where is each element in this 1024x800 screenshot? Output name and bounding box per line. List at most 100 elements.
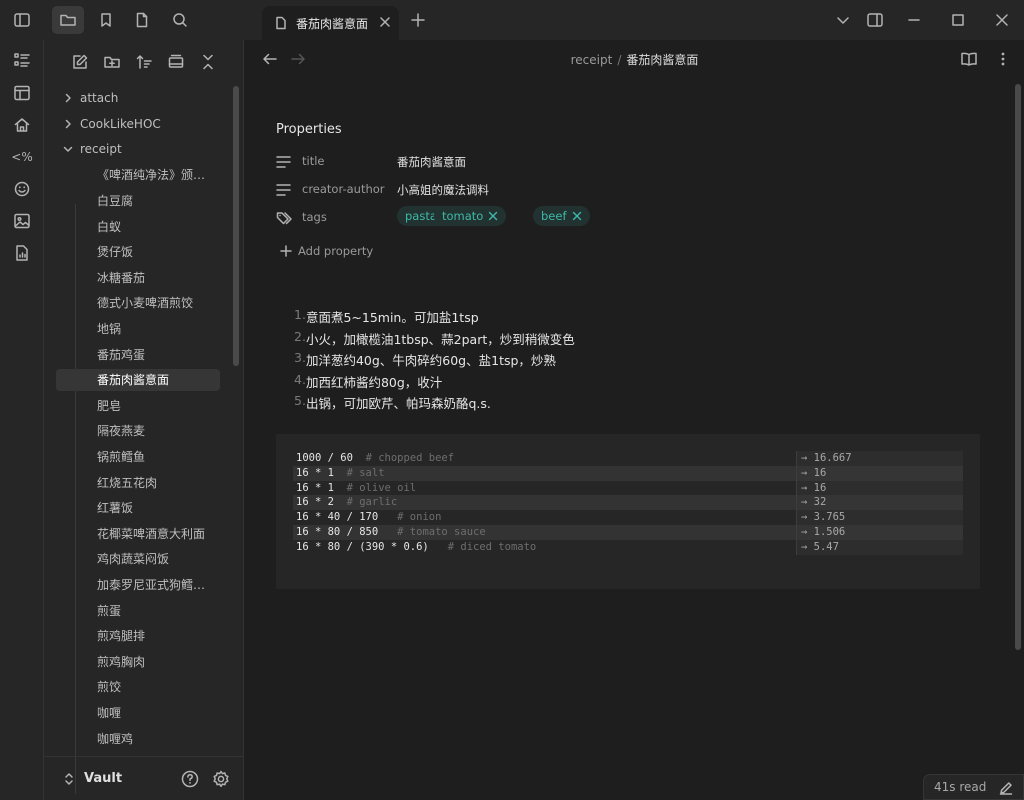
file-item[interactable]: 鸡肉蔬菜闷饭 <box>56 548 220 570</box>
settings-button[interactable] <box>211 769 231 789</box>
file-item-active[interactable]: 番茄肉酱意面 <box>56 368 220 391</box>
folder-attach[interactable]: attach <box>56 87 220 109</box>
file-item[interactable]: 红薯饭 <box>56 497 220 519</box>
ribbon-templater-button[interactable]: <% <box>10 145 34 169</box>
file-item[interactable]: 白蚁 <box>56 215 220 237</box>
maximize-icon <box>952 14 964 26</box>
file-item[interactable]: 番茄鸡蛋 <box>56 343 220 365</box>
chevron-updown-icon <box>65 773 73 785</box>
collapse-all-button[interactable] <box>196 50 220 74</box>
file-item[interactable]: 德式小麦啤酒煎饺 <box>56 292 220 314</box>
file-item[interactable]: 白豆腐 <box>56 189 220 211</box>
folder-cooklikehoc[interactable]: CookLikeHOC <box>56 113 220 135</box>
add-property-button[interactable]: Add property <box>280 244 373 258</box>
ribbon-outline-button[interactable] <box>10 48 34 72</box>
property-tags[interactable]: tags pasta tomato beef <box>276 206 776 230</box>
reveal-icon <box>168 54 184 68</box>
more-vertical-icon <box>1001 52 1005 66</box>
file-item[interactable]: 冰糖番茄 <box>56 266 220 288</box>
file-item[interactable]: 《啤酒纯净法》颁… <box>56 164 220 186</box>
folder-receipt[interactable]: receipt <box>56 138 220 160</box>
file-item[interactable]: 咖喱鸡 <box>56 727 220 749</box>
help-icon <box>181 770 199 788</box>
calc-result: → 16.667 <box>796 451 963 466</box>
ribbon-canvas-button[interactable] <box>10 81 34 105</box>
properties-heading: Properties <box>276 122 342 137</box>
file-item[interactable]: 煲仔饭 <box>56 241 220 263</box>
ribbon-image-button[interactable] <box>10 209 34 233</box>
editor-scrollbar[interactable] <box>1015 84 1021 650</box>
file-item[interactable]: 煎鸡胸肉 <box>56 650 220 672</box>
list-item: 5. 出锅，可加欧芹、帕玛森奶酪q.s. <box>294 393 575 415</box>
list-text: 小火，加橄榄油1tbsp、蒜2part，炒到稍微变色 <box>305 331 575 347</box>
tag-label: beef <box>541 209 567 223</box>
file-item[interactable]: 地锅 <box>56 317 220 339</box>
search-button[interactable] <box>164 6 196 34</box>
tag-pill[interactable]: tomato <box>434 206 507 226</box>
pencil-icon <box>999 782 1013 795</box>
help-button[interactable] <box>180 769 200 789</box>
file-item[interactable]: 花椰菜啤酒意大利面 <box>56 522 220 544</box>
file-item[interactable]: 红烧五花肉 <box>56 471 220 493</box>
minimize-button[interactable] <box>892 0 936 40</box>
breadcrumb-folder[interactable]: receipt <box>571 53 613 67</box>
calc-result: → 32 <box>796 495 963 511</box>
more-options-button[interactable] <box>1000 51 1006 67</box>
property-value[interactable]: 番茄肉酱意面 <box>397 154 466 170</box>
file-item[interactable]: 锅煎鳕鱼 <box>56 445 220 467</box>
ribbon-home-button[interactable] <box>10 113 34 137</box>
tab-list-button[interactable] <box>827 6 859 34</box>
smiley-icon <box>14 181 30 197</box>
bookmarks-button[interactable] <box>90 6 122 34</box>
sort-button[interactable] <box>132 50 156 74</box>
new-note-button[interactable] <box>68 50 92 74</box>
maximize-button[interactable] <box>936 0 980 40</box>
breadcrumb-note-title[interactable]: 番茄肉酱意面 <box>626 53 698 67</box>
file-item[interactable]: 煎蛋 <box>56 599 220 621</box>
tab-close-button[interactable] <box>379 16 391 28</box>
ribbon-stats-button[interactable] <box>10 241 34 265</box>
toggle-right-sidebar-button[interactable] <box>859 6 891 34</box>
file-item[interactable]: 隔夜燕麦 <box>56 420 220 442</box>
calc-line: 16 * 1 # salt → 16 <box>293 465 963 481</box>
home-icon <box>14 118 30 132</box>
right-sidebar-icon <box>867 13 883 27</box>
vault-switcher[interactable]: Vault <box>44 756 243 800</box>
calc-result: → 1.506 <box>796 525 963 540</box>
calc-expression: 16 * 2 <box>296 496 334 509</box>
file-item[interactable]: 加泰罗尼亚式狗鳕… <box>56 573 220 595</box>
calc-comment: # diced tomato <box>447 540 537 553</box>
remove-tag-icon[interactable] <box>488 211 498 221</box>
property-title[interactable]: title 番茄肉酱意面 <box>276 150 776 174</box>
calc-comment: # olive oil <box>346 481 417 494</box>
recent-files-button[interactable] <box>126 6 158 34</box>
close-window-button[interactable] <box>980 0 1024 40</box>
file-item[interactable]: 煎饺 <box>56 676 220 698</box>
calc-line: 16 * 80 / (390 * 0.6) # diced tomato → 5.… <box>293 539 963 555</box>
new-folder-button[interactable] <box>100 50 124 74</box>
tag-label: tomato <box>442 209 484 223</box>
ribbon-emoji-button[interactable] <box>10 177 34 201</box>
tab-current-note[interactable]: 番茄肉酱意面 <box>262 6 399 40</box>
auto-reveal-button[interactable] <box>164 50 188 74</box>
sort-icon <box>136 55 152 69</box>
property-creator-author[interactable]: creator-author 小高姐的魔法调料 <box>276 178 776 202</box>
edit-mode-button[interactable] <box>999 781 1013 795</box>
calc-line: 16 * 80 / 850 # tomato sauce → 1.506 <box>293 525 963 540</box>
reading-view-button[interactable] <box>960 51 978 67</box>
sidebar-scrollbar[interactable] <box>233 86 239 366</box>
tag-pill[interactable]: beef <box>533 206 590 226</box>
toggle-sidebar-button[interactable] <box>6 6 38 34</box>
new-note-icon <box>73 54 88 69</box>
property-value[interactable]: 小高姐的魔法调料 <box>397 182 489 198</box>
new-tab-button[interactable] <box>402 6 434 34</box>
calc-line: 16 * 1 # olive oil → 16 <box>293 480 963 496</box>
file-item[interactable]: 肥皂 <box>56 394 220 416</box>
file-item[interactable]: 咖喱 <box>56 701 220 723</box>
chevron-down-icon <box>63 146 73 152</box>
file-item[interactable]: 煎鸡腿排 <box>56 625 220 647</box>
calc-expression: 16 * 80 / 850 <box>296 526 379 538</box>
remove-tag-icon[interactable] <box>572 211 582 221</box>
file-explorer: attach CookLikeHOC receipt 《啤酒纯净法》颁… 白豆腐… <box>44 40 244 800</box>
files-view-button[interactable] <box>52 6 84 34</box>
